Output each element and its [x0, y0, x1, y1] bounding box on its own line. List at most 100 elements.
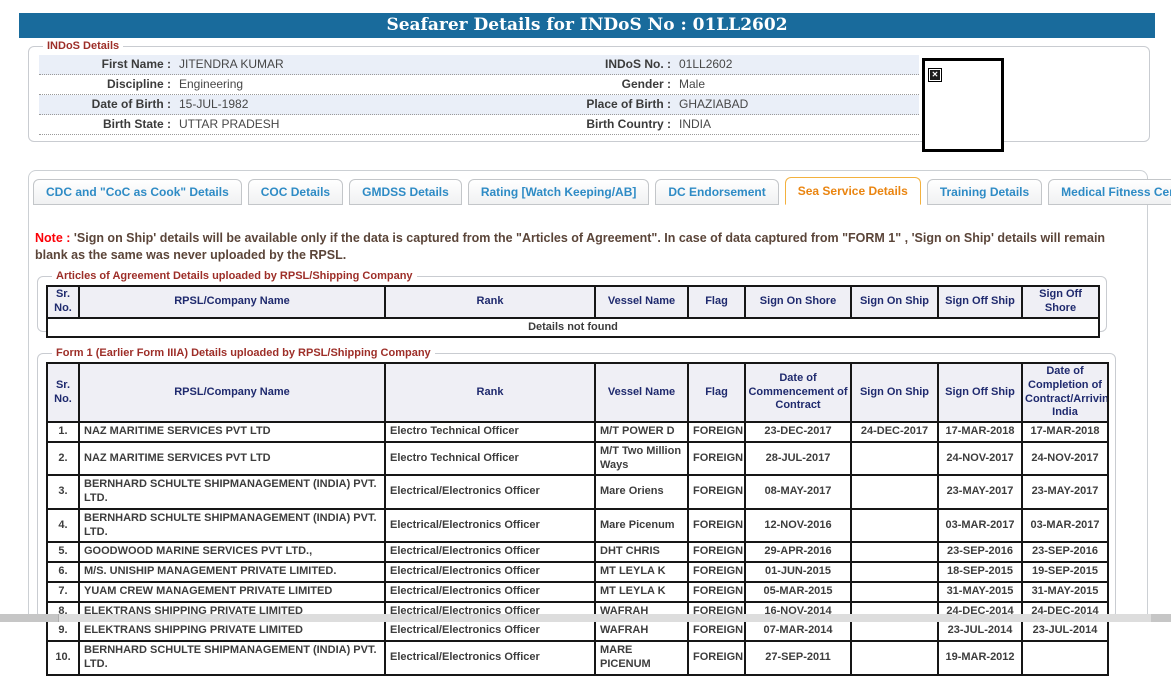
articles-column-header: Sr. No.: [47, 286, 79, 318]
form1-cell: 24-DEC-2017: [851, 422, 938, 442]
tab-gmdss-details[interactable]: GMDSS Details: [349, 179, 462, 205]
form1-cell: 03-MAR-2017: [938, 509, 1022, 543]
horizontal-scrollbar-thumb[interactable]: [58, 614, 1151, 622]
form1-table-row: 10.BERNHARD SCHULTE SHIPMANAGEMENT (INDI…: [47, 641, 1108, 675]
form1-cell: 19-MAR-2012: [938, 641, 1022, 675]
tab-bar: CDC and "CoC as Cook" DetailsCOC Details…: [33, 177, 1171, 205]
form1-cell: 9.: [47, 621, 79, 641]
form1-table-row: 7.YUAM CREW MANAGEMENT PRIVATE LIMITEDEl…: [47, 582, 1108, 602]
form1-cell: 08-MAY-2017: [745, 475, 851, 509]
form1-cell: BERNHARD SCHULTE SHIPMANAGEMENT (INDIA) …: [79, 641, 385, 675]
indos-details-section: INDoS Details First Name : JITENDRA KUMA…: [28, 40, 1150, 142]
horizontal-scrollbar[interactable]: [0, 614, 1171, 622]
field-label: Birth Country :: [553, 115, 671, 134]
field-value: Male: [671, 75, 919, 94]
form1-table: Sr. No.RPSL/Company NameRankVessel NameF…: [46, 362, 1109, 676]
form1-cell: 05-MAR-2015: [745, 582, 851, 602]
articles-column-header: Flag: [688, 286, 745, 318]
form1-cell: [851, 475, 938, 509]
tab-training-details[interactable]: Training Details: [927, 179, 1042, 205]
form1-cell: M/T POWER D: [595, 422, 688, 442]
tab-coc-details[interactable]: COC Details: [248, 179, 343, 205]
form1-cell: Electro Technical Officer: [385, 442, 595, 476]
form1-table-row: 2.NAZ MARITIME SERVICES PVT LTDElectro T…: [47, 442, 1108, 476]
field-label: Birth State :: [39, 115, 171, 134]
form1-header-row: Sr. No.RPSL/Company NameRankVessel NameF…: [47, 363, 1108, 422]
tab-cdc-and-coc-as-cook-details[interactable]: CDC and "CoC as Cook" Details: [33, 179, 242, 205]
form1-cell: 10.: [47, 641, 79, 675]
articles-column-header: Sign Off Ship: [938, 286, 1022, 318]
form1-cell: BERNHARD SCHULTE SHIPMANAGEMENT (INDIA) …: [79, 475, 385, 509]
form1-section: Form 1 (Earlier Form IIIA) Details uploa…: [37, 347, 1116, 619]
articles-column-header: Sign On Ship: [851, 286, 938, 318]
field-label: First Name :: [39, 55, 171, 74]
articles-empty-row: Details not found: [47, 318, 1099, 338]
form1-cell: FOREIGN: [688, 422, 745, 442]
form1-cell: GOODWOOD MARINE SERVICES PVT LTD.,: [79, 542, 385, 562]
articles-table: Sr. No.RPSL/Company NameRankVessel NameF…: [46, 285, 1100, 338]
form1-table-row: 6.M/S. UNISHIP MANAGEMENT PRIVATE LIMITE…: [47, 562, 1108, 582]
form1-cell: Electro Technical Officer: [385, 422, 595, 442]
form1-cell: Electrical/Electronics Officer: [385, 621, 595, 641]
field-label: Discipline :: [39, 75, 171, 94]
form1-cell: Electrical/Electronics Officer: [385, 562, 595, 582]
form1-cell: MT LEYLA K: [595, 562, 688, 582]
form1-cell: 17-MAR-2018: [1022, 422, 1108, 442]
form1-cell: 4.: [47, 509, 79, 543]
form1-column-header: Date of Commencement of Contract: [745, 363, 851, 422]
form1-table-row: 3.BERNHARD SCHULTE SHIPMANAGEMENT (INDIA…: [47, 475, 1108, 509]
form1-cell: 07-MAR-2014: [745, 621, 851, 641]
form1-cell: MT LEYLA K: [595, 582, 688, 602]
indos-row: Date of Birth : 15-JUL-1982 Place of Bir…: [39, 95, 919, 115]
form1-cell: 2.: [47, 442, 79, 476]
form1-cell: FOREIGN: [688, 442, 745, 476]
tab-rating-watch-keeping-ab[interactable]: Rating [Watch Keeping/AB]: [468, 179, 650, 205]
form1-cell: Electrical/Electronics Officer: [385, 641, 595, 675]
form1-cell: [851, 442, 938, 476]
form1-table-body: 1.NAZ MARITIME SERVICES PVT LTDElectro T…: [47, 422, 1108, 675]
form1-cell: 24-NOV-2017: [938, 442, 1022, 476]
form1-cell: Electrical/Electronics Officer: [385, 475, 595, 509]
broken-image-icon: ✕: [928, 68, 942, 82]
form1-cell: FOREIGN: [688, 509, 745, 543]
form1-cell: Electrical/Electronics Officer: [385, 509, 595, 543]
form1-cell: DHT CHRIS: [595, 542, 688, 562]
field-label: INDoS No. :: [553, 55, 671, 74]
form1-cell: 23-MAY-2017: [938, 475, 1022, 509]
form1-cell: MARE PICENUM: [595, 641, 688, 675]
form1-cell: Mare Picenum: [595, 509, 688, 543]
form1-column-header: Rank: [385, 363, 595, 422]
form1-cell: 31-MAY-2015: [938, 582, 1022, 602]
form1-cell: 03-MAR-2017: [1022, 509, 1108, 543]
tab-medical-fitness-certificate[interactable]: Medical Fitness Certificate: [1048, 179, 1171, 205]
field-label: Place of Birth :: [553, 95, 671, 114]
articles-column-header: Rank: [385, 286, 595, 318]
form1-cell: 23-DEC-2017: [745, 422, 851, 442]
indos-row: First Name : JITENDRA KUMAR INDoS No. : …: [39, 55, 919, 75]
form1-cell: 29-APR-2016: [745, 542, 851, 562]
form1-cell: 01-JUN-2015: [745, 562, 851, 582]
form1-cell: FOREIGN: [688, 475, 745, 509]
tab-dc-endorsement[interactable]: DC Endorsement: [655, 179, 778, 205]
form1-cell: 23-JUL-2014: [1022, 621, 1108, 641]
form1-cell: 1.: [47, 422, 79, 442]
field-value: 01LL2602: [671, 55, 919, 74]
form1-column-header: Flag: [688, 363, 745, 422]
form1-cell: 3.: [47, 475, 79, 509]
form1-cell: YUAM CREW MANAGEMENT PRIVATE LIMITED: [79, 582, 385, 602]
field-value: GHAZIABAD: [671, 95, 919, 114]
form1-cell: FOREIGN: [688, 542, 745, 562]
form1-cell: FOREIGN: [688, 641, 745, 675]
articles-column-header: RPSL/Company Name: [79, 286, 385, 318]
form1-cell: 27-SEP-2011: [745, 641, 851, 675]
form1-column-header: Vessel Name: [595, 363, 688, 422]
form1-cell: 23-SEP-2016: [1022, 542, 1108, 562]
form1-column-header: Sign On Ship: [851, 363, 938, 422]
note-label: Note :: [35, 231, 70, 245]
form1-cell: FOREIGN: [688, 582, 745, 602]
form1-cell: 31-MAY-2015: [1022, 582, 1108, 602]
note-text: Note : 'Sign on Ship' details will be av…: [35, 230, 1135, 265]
form1-cell: 17-MAR-2018: [938, 422, 1022, 442]
form1-cell: [1022, 641, 1108, 675]
tab-sea-service-details[interactable]: Sea Service Details: [785, 177, 921, 205]
